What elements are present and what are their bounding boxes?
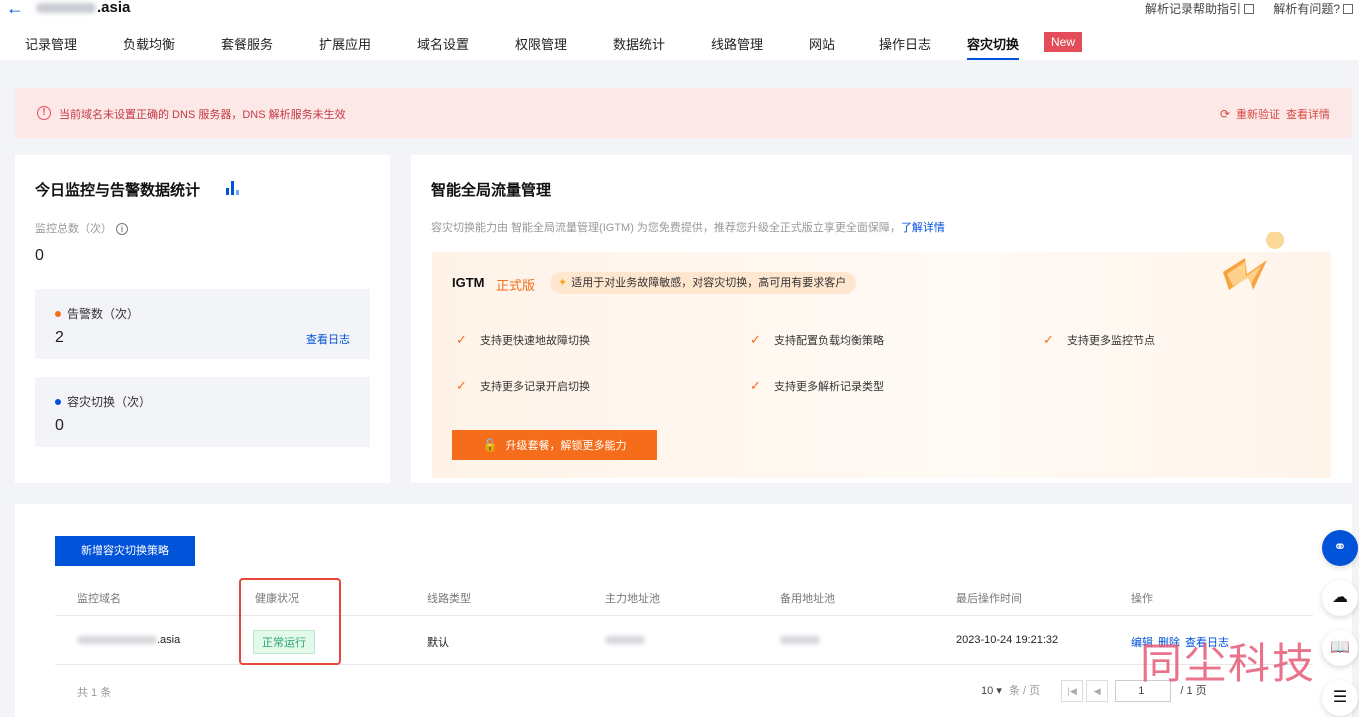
column-header-domain: 监控域名 <box>77 593 121 605</box>
feature-item: ✓ 支持更多记录开启切换 <box>456 378 590 393</box>
tab-permissions[interactable]: 权限管理 <box>515 34 567 60</box>
tab-records[interactable]: 记录管理 <box>25 34 77 60</box>
row-backup-pool <box>780 634 820 646</box>
stats-title: 今日监控与告警数据统计 <box>35 182 201 199</box>
docs-button[interactable]: 📖 <box>1322 630 1358 666</box>
feature-item: ✓ 支持更多解析记录类型 <box>750 378 884 393</box>
stats-panel: 今日监控与告警数据统计 监控总数（次） i 0 告警数（次） 2 查看日志 容灾切… <box>15 155 390 483</box>
tab-load-balancing[interactable]: 负载均衡 <box>123 34 175 60</box>
cloud-button[interactable]: ☁ <box>1322 580 1358 616</box>
tab-website[interactable]: 网站 <box>809 34 835 60</box>
back-arrow-icon[interactable]: ← <box>6 0 24 19</box>
help-question-link[interactable]: 解析有问题? <box>1265 2 1353 16</box>
tab-operation-log[interactable]: 操作日志 <box>879 34 931 60</box>
upgrade-button[interactable]: 🔓 升级套餐，解锁更多能力 <box>452 430 657 460</box>
column-header-actions: 操作 <box>1131 593 1153 605</box>
cloud-icon: ☁ <box>1332 589 1348 606</box>
column-header-line-type: 线路类型 <box>427 593 471 605</box>
row-line-type: 默认 <box>427 637 449 649</box>
bar-chart-icon <box>226 181 242 195</box>
help-guide-link[interactable]: 解析记录帮助指引 <box>1137 2 1254 16</box>
view-log-link[interactable]: 查看日志 <box>306 331 350 347</box>
tab-packages[interactable]: 套餐服务 <box>221 34 273 60</box>
monitor-total-value: 0 <box>35 247 44 264</box>
check-icon: ✓ <box>750 378 761 393</box>
monitor-total-label: 监控总数（次） i <box>35 220 128 236</box>
total-count: 共 1 条 <box>77 687 112 699</box>
watermark-text: 同尘科技 <box>1140 639 1317 688</box>
igtm-description: 容灾切换能力由 智能全局流量管理(IGTM) 为您免费提供，推荐您升级全正式版立… <box>431 222 945 234</box>
page-size-unit: 条 / 页 <box>1008 684 1041 697</box>
check-icon: ✓ <box>456 378 467 393</box>
menu-icon: ☰ <box>1332 689 1348 706</box>
igtm-product-name: IGTM <box>452 275 485 290</box>
help-links: 解析记录帮助指引 解析有问题? <box>1129 0 1353 17</box>
lightning-decoration-icon <box>1223 232 1284 290</box>
first-page-icon[interactable]: |◀ <box>1061 680 1084 702</box>
tab-lines[interactable]: 线路管理 <box>711 34 763 60</box>
alert-actions: ⟳ 重新验证 查看详情 <box>1220 106 1330 122</box>
tab-extensions[interactable]: 扩展应用 <box>319 34 371 60</box>
dns-alert-banner: ! 当前域名未设置正确的 DNS 服务器，DNS 解析服务未生效 ⟳ 重新验证 查看… <box>15 88 1352 138</box>
add-failover-policy-button[interactable]: 新增容灾切换策略 <box>55 536 195 566</box>
tab-bar: 记录管理 负载均衡 套餐服务 扩展应用 域名设置 权限管理 数据统计 线路管理 … <box>0 34 1359 60</box>
prev-page-icon[interactable]: ◀ <box>1086 680 1109 702</box>
feature-item: ✓ 支持更多监控节点 <box>1043 332 1155 347</box>
top-header: ← .asia 解析记录帮助指引 解析有问题? 记录管理 负载均衡 套餐服务 扩… <box>0 0 1359 60</box>
new-badge: New <box>1044 32 1083 52</box>
igtm-panel: 智能全局流量管理 容灾切换能力由 智能全局流量管理(IGTM) 为您免费提供，推… <box>411 155 1352 483</box>
refresh-icon[interactable]: ⟳ <box>1220 107 1230 121</box>
alert-count-label: 告警数（次） <box>55 305 139 322</box>
column-header-last-op-time: 最后操作时间 <box>956 593 1022 605</box>
alert-count-card: 告警数（次） 2 查看日志 <box>35 289 370 359</box>
column-header-primary-pool: 主力地址池 <box>605 593 660 605</box>
view-details-link[interactable]: 查看详情 <box>1286 109 1330 121</box>
unlock-icon: 🔓 <box>482 438 498 452</box>
blue-dot-icon <box>55 399 61 405</box>
row-domain: .asia <box>77 634 180 646</box>
page-size-select[interactable]: 10 ▾ <box>981 685 1002 697</box>
warning-icon: ! <box>37 106 51 120</box>
external-link-icon <box>1343 4 1353 14</box>
orange-dot-icon <box>55 311 61 317</box>
health-column-highlight <box>239 578 341 665</box>
row-primary-pool <box>605 634 645 646</box>
igtm-title: 智能全局流量管理 <box>431 182 552 199</box>
info-icon[interactable]: i <box>116 223 128 235</box>
book-icon: 📖 <box>1330 639 1350 656</box>
redacted-domain <box>36 3 96 14</box>
alert-count-value: 2 <box>55 329 64 346</box>
feature-item: ✓ 支持更快速地故障切换 <box>456 332 590 347</box>
redacted-domain <box>77 636 157 645</box>
tab-disaster-recovery[interactable]: 容灾切换 <box>967 34 1020 60</box>
menu-button[interactable]: ☰ <box>1322 680 1358 716</box>
failover-count-value: 0 <box>55 417 64 434</box>
customer-service-button[interactable]: ⚭ <box>1322 530 1358 566</box>
revalidate-link[interactable]: 重新验证 <box>1236 109 1280 121</box>
sparkle-icon: ✦ <box>558 277 568 289</box>
external-link-icon <box>1243 4 1254 14</box>
tab-domain-settings[interactable]: 域名设置 <box>417 34 469 60</box>
check-icon: ✓ <box>1043 332 1054 347</box>
column-header-backup-pool: 备用地址池 <box>780 593 835 605</box>
tab-statistics[interactable]: 数据统计 <box>613 34 665 60</box>
row-last-op-time: 2023-10-24 19:21:32 <box>956 634 1059 646</box>
igtm-promo-card: IGTM 正式版 ✦ 适用于对业务故障敏感，对容灾切换，高可用有要求客户 ✓ 支持更… <box>432 232 1331 478</box>
redacted-value <box>780 636 820 645</box>
redacted-value <box>605 636 645 645</box>
igtm-audience-tag: ✦ 适用于对业务故障敏感，对容灾切换，高可用有要求客户 <box>550 272 857 294</box>
alert-text: 当前域名未设置正确的 DNS 服务器，DNS 解析服务未生效 <box>59 109 346 121</box>
failover-count-card: 容灾切换（次） 0 <box>35 377 370 447</box>
check-icon: ✓ <box>456 332 467 347</box>
igtm-edition: 正式版 <box>496 278 536 293</box>
failover-count-label: 容灾切换（次） <box>55 393 151 410</box>
check-icon: ✓ <box>750 332 761 347</box>
feature-item: ✓ 支持配置负载均衡策略 <box>750 332 884 347</box>
domain-title: .asia <box>36 0 130 16</box>
chevron-down-icon: ▾ <box>996 684 1002 697</box>
headset-icon: ⚭ <box>1333 539 1347 556</box>
learn-more-link[interactable]: 了解详情 <box>901 222 945 234</box>
